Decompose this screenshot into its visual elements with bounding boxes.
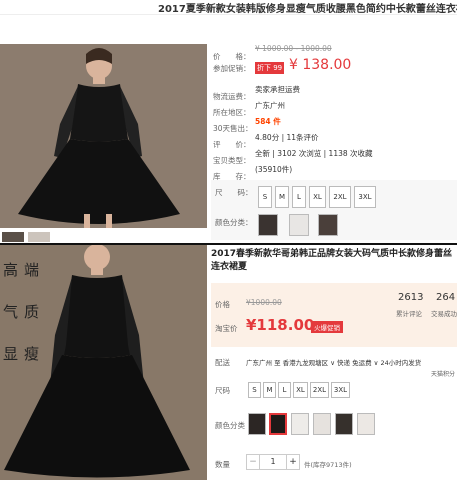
size-option-3xl[interactable]: 3XL (354, 186, 376, 208)
reviews-label: 累计评论 (396, 310, 422, 318)
thumbnail[interactable] (2, 232, 24, 242)
product-title: 2017夏季新款女装韩版修身显瘦气质收腰黑色简约中长款蕾丝连衣裙 (158, 4, 457, 15)
color-swatch[interactable] (248, 413, 266, 435)
product-title-2: 2017春季新款华哥弟韩正品牌女装大码气质中长款修身蕾丝连衣裙夏 (211, 249, 453, 272)
color-label: 颜色分类： (215, 218, 253, 227)
size-option-xl[interactable]: XL (293, 382, 308, 398)
deals-label: 交易成功 (431, 310, 457, 318)
delivery-value[interactable]: 广东广州 至 香港九龙观塘区 ∨ 快递 免运费 ∨ 24小时内发货 (246, 357, 456, 367)
quantity-input[interactable]: 1 (260, 454, 286, 470)
promo-badge: 折下 99 (255, 62, 285, 74)
info-value: 全新 | 3102 次浏览 | 1138 次收藏 (255, 149, 373, 158)
promo-label-2: 淘宝价 (215, 324, 238, 333)
price-label-2: 价格 (215, 300, 230, 309)
size-option-m[interactable]: M (263, 382, 276, 398)
side-text: 端 (24, 261, 40, 279)
size-label: 尺 码： (215, 188, 253, 197)
thumbnail[interactable] (28, 232, 50, 242)
color-swatch-dark[interactable] (318, 214, 338, 236)
promo-badge-2: 火爆促销 (311, 321, 343, 333)
stock-value: (35910件) (255, 165, 293, 174)
size-option-s[interactable]: S (258, 186, 272, 208)
size-option-xl[interactable]: XL (309, 186, 326, 208)
size-option-l[interactable]: L (292, 186, 306, 208)
size-label-2: 尺码 (215, 386, 230, 395)
size-option-3xl[interactable]: 3XL (331, 382, 350, 398)
quantity-decrement-button[interactable]: − (246, 454, 260, 470)
color-swatch[interactable] (357, 413, 375, 435)
size-option-l[interactable]: L (278, 382, 291, 398)
delivery-label: 配送 (215, 358, 230, 367)
divider (0, 14, 457, 15)
promo-price: ¥ 138.00 (289, 57, 352, 73)
deals-count[interactable]: 264 (436, 292, 455, 303)
color-swatch-black[interactable] (258, 214, 278, 236)
shipping-value: 卖家承担运费 (255, 85, 300, 94)
product-photo-2[interactable]: 高 端 气 质 显 瘦 (0, 245, 207, 480)
original-price: ¥ 1000.00 - 1000.00 (255, 44, 332, 53)
side-text: 质 (24, 303, 40, 321)
stock-note: 件(库存9713件) (304, 461, 352, 469)
color-label-2: 颜色分类 (215, 421, 245, 430)
color-swatch[interactable] (335, 413, 353, 435)
service-note: 天猫积分 (431, 371, 456, 378)
promo-price-2: ¥118.00 (246, 316, 315, 334)
color-swatch-white[interactable] (289, 214, 309, 236)
dress-image (0, 44, 207, 228)
region-value: 广东广州 (255, 101, 285, 110)
color-swatch[interactable] (291, 413, 309, 435)
promo-label: 参加促销： (213, 64, 251, 73)
reviews-count[interactable]: 2613 (398, 292, 423, 303)
product-photo[interactable] (0, 44, 207, 228)
sold-count: 584 件 (255, 117, 281, 126)
original-price-2: ¥1000.00 (246, 298, 282, 307)
size-option-2xl[interactable]: 2XL (329, 186, 351, 208)
side-text: 显 (3, 345, 19, 363)
quantity-increment-button[interactable]: + (286, 454, 300, 470)
side-text: 瘦 (24, 345, 40, 363)
quantity-label: 数量 (215, 460, 230, 469)
size-option-2xl[interactable]: 2XL (310, 382, 329, 398)
rating-value[interactable]: 4.80分 | 11条评价 (255, 132, 319, 143)
size-option-s[interactable]: S (248, 382, 261, 398)
side-text: 高 (3, 261, 19, 279)
color-swatch-selected[interactable] (269, 413, 287, 435)
color-swatch[interactable] (313, 413, 331, 435)
size-option-m[interactable]: M (275, 186, 289, 208)
side-text: 气 (3, 303, 19, 321)
